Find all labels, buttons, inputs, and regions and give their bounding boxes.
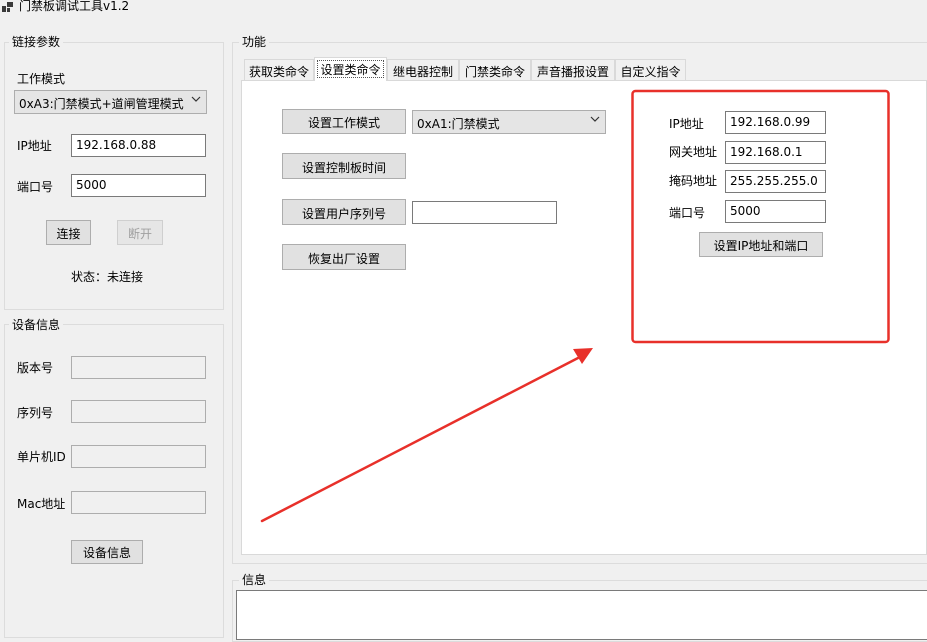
net-ip-input[interactable]: 192.168.0.99 <box>725 111 826 134</box>
set-ip-port-button[interactable]: 设置IP地址和端口 <box>699 232 823 257</box>
disconnect-button[interactable]: 断开 <box>117 220 163 245</box>
mask-label: 掩码地址 <box>669 174 718 188</box>
connection-group-title: 链接参数 <box>9 33 64 50</box>
net-port-label: 端口号 <box>669 206 706 220</box>
tab-set-commands[interactable]: 设置类命令 <box>314 57 387 81</box>
factory-reset-button[interactable]: 恢复出厂设置 <box>282 244 406 270</box>
tab-custom-command[interactable]: 自定义指令 <box>615 59 686 80</box>
serial-field <box>71 400 206 423</box>
gateway-input[interactable]: 192.168.0.1 <box>725 141 826 164</box>
ip-input[interactable]: 192.168.0.88 <box>71 134 206 157</box>
ip-label: IP地址 <box>17 139 52 153</box>
chevron-down-icon <box>191 96 201 102</box>
mac-field <box>71 491 206 514</box>
info-group-title: 信息 <box>239 571 270 588</box>
mask-input[interactable]: 255.255.255.0 <box>725 170 826 193</box>
info-log-textarea[interactable] <box>236 590 927 640</box>
device-info-group-title: 设备信息 <box>9 316 64 333</box>
mcu-id-field <box>71 445 206 468</box>
work-mode-value: 0xA3:门禁模式+道闸管理模式 <box>19 97 184 111</box>
set-work-mode-button[interactable]: 设置工作模式 <box>282 109 406 134</box>
port-label: 端口号 <box>17 180 54 194</box>
device-info-button[interactable]: 设备信息 <box>71 540 143 564</box>
work-mode-label: 工作模式 <box>17 72 66 86</box>
connect-button[interactable]: 连接 <box>46 220 91 245</box>
set-user-serial-button[interactable]: 设置用户序列号 <box>282 199 406 225</box>
port-input[interactable]: 5000 <box>71 174 206 197</box>
gateway-label: 网关地址 <box>669 145 718 159</box>
mcu-id-label: 单片机ID <box>17 450 66 464</box>
serial-label: 序列号 <box>17 406 54 420</box>
window-title: 门禁板调试工具v1.2 <box>19 0 130 13</box>
work-mode-combo[interactable]: 0xA3:门禁模式+道闸管理模式 <box>14 90 207 114</box>
net-port-input[interactable]: 5000 <box>725 200 826 223</box>
mac-label: Mac地址 <box>17 497 66 511</box>
tab-get-commands[interactable]: 获取类命令 <box>244 59 314 80</box>
user-serial-input[interactable] <box>412 201 557 224</box>
function-group-title: 功能 <box>239 33 270 50</box>
set-board-time-button[interactable]: 设置控制板时间 <box>282 153 406 179</box>
tab-relay-control[interactable]: 继电器控制 <box>387 59 459 80</box>
net-ip-label: IP地址 <box>669 117 704 131</box>
version-field <box>71 356 206 379</box>
mode-combo[interactable]: 0xA1:门禁模式 <box>412 110 606 134</box>
connection-status: 状态：未连接 <box>71 270 144 284</box>
mode-combo-value: 0xA1:门禁模式 <box>417 117 500 131</box>
app-icon <box>2 2 14 12</box>
title-bar: 门禁板调试工具v1.2 <box>0 0 927 18</box>
tab-voice-settings[interactable]: 声音播报设置 <box>531 59 615 80</box>
chevron-down-icon <box>590 116 600 122</box>
version-label: 版本号 <box>17 361 54 375</box>
tab-access-commands[interactable]: 门禁类命令 <box>459 59 531 80</box>
